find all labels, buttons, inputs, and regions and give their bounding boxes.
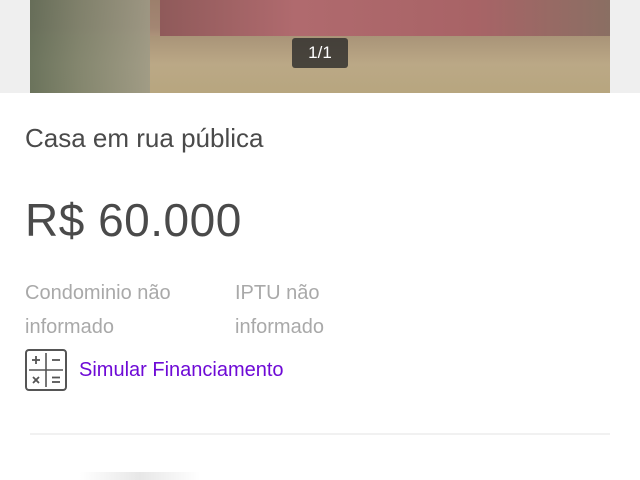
calculator-icon <box>25 349 67 391</box>
simulate-financing-link[interactable]: Simular Financiamento <box>25 348 284 392</box>
listing-info: Casa em rua pública R$ 60.000 Condominio… <box>0 93 640 433</box>
simulate-financing-label[interactable]: Simular Financiamento <box>79 359 284 382</box>
listing-page: 1/1 Casa em rua pública R$ 60.000 Condom… <box>0 0 640 480</box>
photo-wall <box>160 0 610 36</box>
photo-tree <box>30 0 150 93</box>
listing-price: R$ 60.000 <box>25 194 242 246</box>
next-section-hint <box>80 472 200 480</box>
section-divider <box>30 433 610 435</box>
iptu-fee: IPTU não informado <box>235 282 324 338</box>
listing-title: Casa em rua pública <box>25 123 264 153</box>
photo-counter: 1/1 <box>292 38 348 68</box>
photo-gallery[interactable]: 1/1 <box>0 0 640 93</box>
condominium-fee: Condominio não informado <box>25 282 171 338</box>
